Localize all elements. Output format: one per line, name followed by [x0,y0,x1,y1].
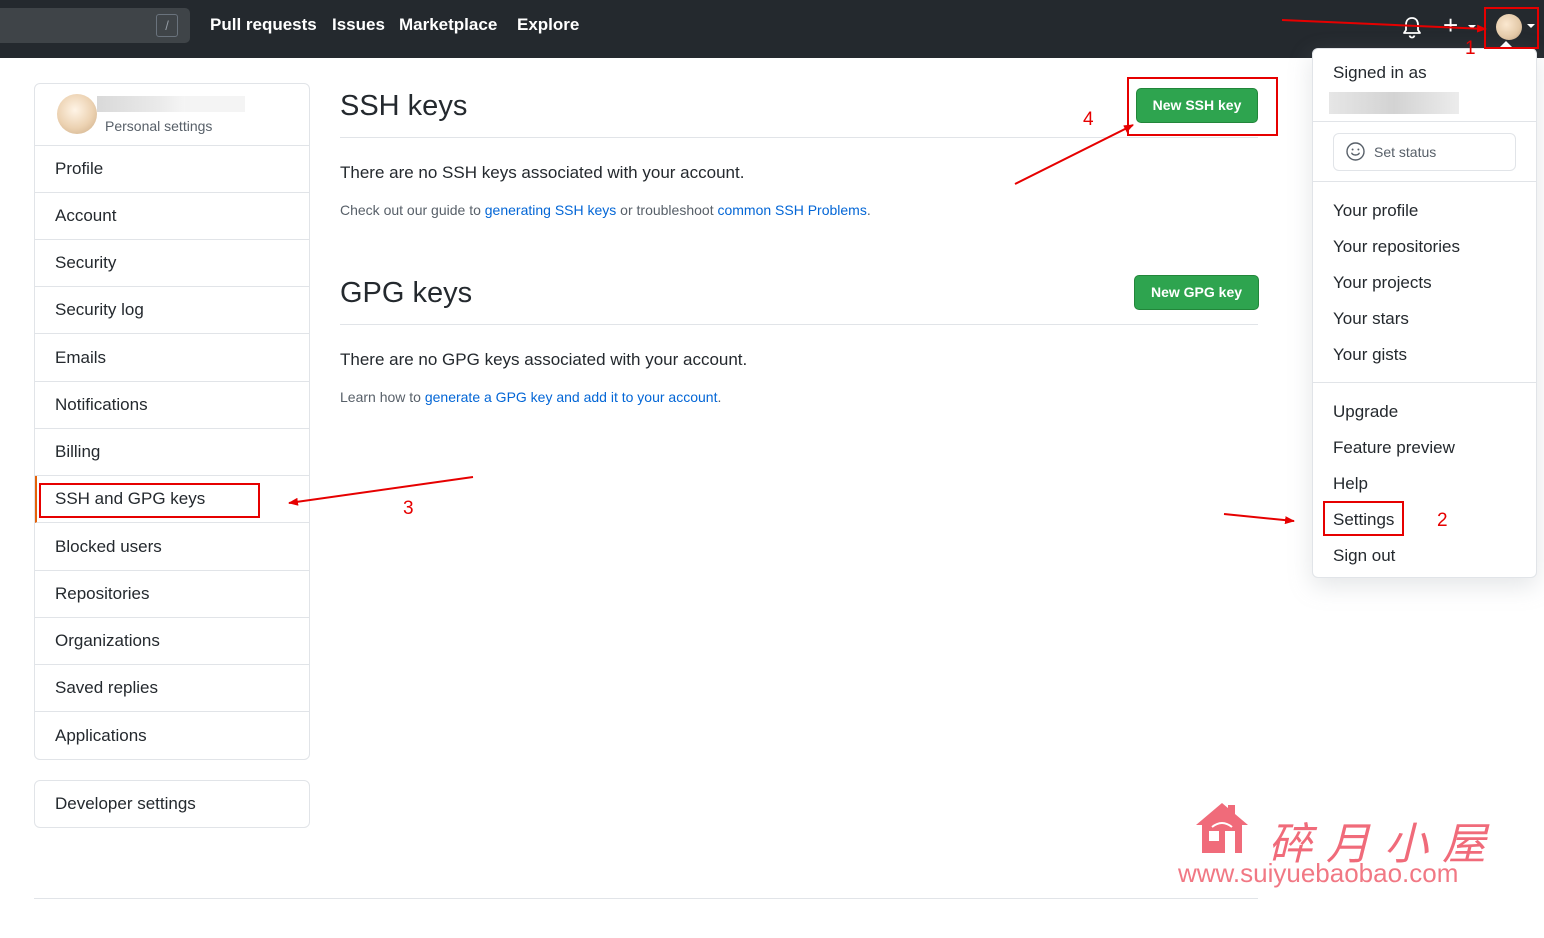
watermark-url: www.suiyuebaobao.com [1178,858,1459,888]
arrow-3-icon [288,476,474,506]
arrow-2-icon [1223,513,1295,525]
house-logo-icon [1196,803,1248,853]
annotation-arrows [288,19,1487,525]
arrow-4-icon [1014,124,1134,185]
arrow-1-icon [1281,19,1487,33]
